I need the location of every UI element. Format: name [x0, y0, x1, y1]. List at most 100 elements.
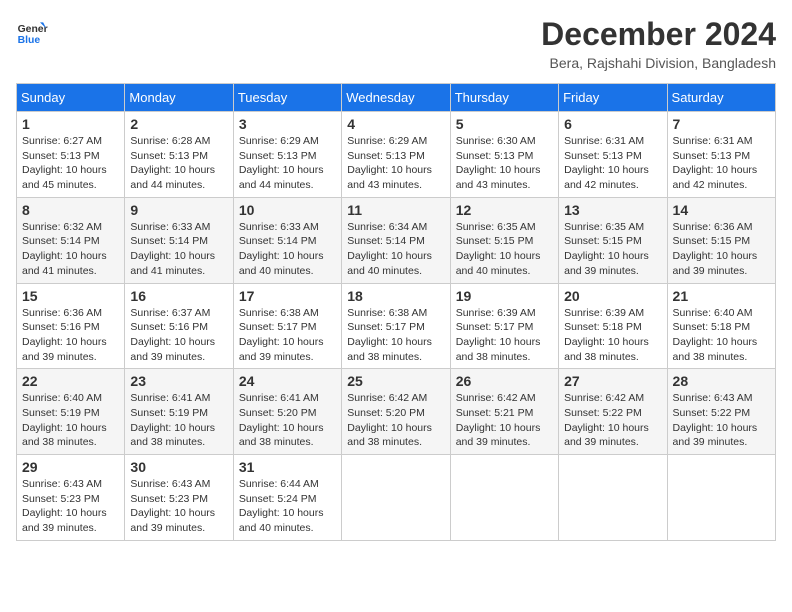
table-row: 16 Sunrise: 6:37 AM Sunset: 5:16 PM Dayl… [125, 283, 233, 369]
table-row: 12 Sunrise: 6:35 AM Sunset: 5:15 PM Dayl… [450, 197, 558, 283]
table-row: 29 Sunrise: 6:43 AM Sunset: 5:23 PM Dayl… [17, 455, 125, 541]
table-row: 11 Sunrise: 6:34 AM Sunset: 5:14 PM Dayl… [342, 197, 450, 283]
day-info: Sunrise: 6:33 AM Sunset: 5:14 PM Dayligh… [130, 220, 227, 279]
day-info: Sunrise: 6:40 AM Sunset: 5:19 PM Dayligh… [22, 391, 119, 450]
table-row [342, 455, 450, 541]
day-info: Sunrise: 6:31 AM Sunset: 5:13 PM Dayligh… [673, 134, 770, 193]
col-wednesday: Wednesday [342, 84, 450, 112]
calendar-week-2: 8 Sunrise: 6:32 AM Sunset: 5:14 PM Dayli… [17, 197, 776, 283]
day-number: 2 [130, 116, 227, 132]
calendar-week-1: 1 Sunrise: 6:27 AM Sunset: 5:13 PM Dayli… [17, 112, 776, 198]
day-number: 1 [22, 116, 119, 132]
day-number: 9 [130, 202, 227, 218]
day-number: 15 [22, 288, 119, 304]
col-sunday: Sunday [17, 84, 125, 112]
day-number: 7 [673, 116, 770, 132]
day-info: Sunrise: 6:35 AM Sunset: 5:15 PM Dayligh… [564, 220, 661, 279]
title-section: December 2024 Bera, Rajshahi Division, B… [541, 16, 776, 71]
day-info: Sunrise: 6:36 AM Sunset: 5:16 PM Dayligh… [22, 306, 119, 365]
day-number: 23 [130, 373, 227, 389]
table-row: 18 Sunrise: 6:38 AM Sunset: 5:17 PM Dayl… [342, 283, 450, 369]
day-number: 12 [456, 202, 553, 218]
day-number: 27 [564, 373, 661, 389]
table-row: 19 Sunrise: 6:39 AM Sunset: 5:17 PM Dayl… [450, 283, 558, 369]
table-row: 4 Sunrise: 6:29 AM Sunset: 5:13 PM Dayli… [342, 112, 450, 198]
day-info: Sunrise: 6:29 AM Sunset: 5:13 PM Dayligh… [239, 134, 336, 193]
day-info: Sunrise: 6:44 AM Sunset: 5:24 PM Dayligh… [239, 477, 336, 536]
table-row: 21 Sunrise: 6:40 AM Sunset: 5:18 PM Dayl… [667, 283, 775, 369]
table-row: 20 Sunrise: 6:39 AM Sunset: 5:18 PM Dayl… [559, 283, 667, 369]
day-number: 21 [673, 288, 770, 304]
day-number: 19 [456, 288, 553, 304]
table-row: 28 Sunrise: 6:43 AM Sunset: 5:22 PM Dayl… [667, 369, 775, 455]
day-info: Sunrise: 6:38 AM Sunset: 5:17 PM Dayligh… [347, 306, 444, 365]
col-monday: Monday [125, 84, 233, 112]
table-row: 31 Sunrise: 6:44 AM Sunset: 5:24 PM Dayl… [233, 455, 341, 541]
calendar-week-4: 22 Sunrise: 6:40 AM Sunset: 5:19 PM Dayl… [17, 369, 776, 455]
day-number: 10 [239, 202, 336, 218]
month-title: December 2024 [541, 16, 776, 53]
col-saturday: Saturday [667, 84, 775, 112]
day-info: Sunrise: 6:31 AM Sunset: 5:13 PM Dayligh… [564, 134, 661, 193]
table-row: 13 Sunrise: 6:35 AM Sunset: 5:15 PM Dayl… [559, 197, 667, 283]
table-row: 6 Sunrise: 6:31 AM Sunset: 5:13 PM Dayli… [559, 112, 667, 198]
page-header: General Blue General Blue December 2024 … [16, 16, 776, 71]
table-row: 30 Sunrise: 6:43 AM Sunset: 5:23 PM Dayl… [125, 455, 233, 541]
table-row: 26 Sunrise: 6:42 AM Sunset: 5:21 PM Dayl… [450, 369, 558, 455]
day-info: Sunrise: 6:29 AM Sunset: 5:13 PM Dayligh… [347, 134, 444, 193]
day-number: 3 [239, 116, 336, 132]
table-row [559, 455, 667, 541]
day-number: 13 [564, 202, 661, 218]
day-info: Sunrise: 6:36 AM Sunset: 5:15 PM Dayligh… [673, 220, 770, 279]
calendar-table: Sunday Monday Tuesday Wednesday Thursday… [16, 83, 776, 541]
table-row: 25 Sunrise: 6:42 AM Sunset: 5:20 PM Dayl… [342, 369, 450, 455]
day-number: 5 [456, 116, 553, 132]
day-info: Sunrise: 6:43 AM Sunset: 5:23 PM Dayligh… [130, 477, 227, 536]
day-info: Sunrise: 6:42 AM Sunset: 5:21 PM Dayligh… [456, 391, 553, 450]
logo-icon: General Blue [16, 16, 48, 48]
day-info: Sunrise: 6:41 AM Sunset: 5:20 PM Dayligh… [239, 391, 336, 450]
day-number: 31 [239, 459, 336, 475]
location: Bera, Rajshahi Division, Bangladesh [541, 55, 776, 71]
day-info: Sunrise: 6:35 AM Sunset: 5:15 PM Dayligh… [456, 220, 553, 279]
day-number: 8 [22, 202, 119, 218]
day-number: 17 [239, 288, 336, 304]
day-number: 28 [673, 373, 770, 389]
table-row: 22 Sunrise: 6:40 AM Sunset: 5:19 PM Dayl… [17, 369, 125, 455]
day-info: Sunrise: 6:43 AM Sunset: 5:23 PM Dayligh… [22, 477, 119, 536]
table-row: 23 Sunrise: 6:41 AM Sunset: 5:19 PM Dayl… [125, 369, 233, 455]
table-row: 14 Sunrise: 6:36 AM Sunset: 5:15 PM Dayl… [667, 197, 775, 283]
day-info: Sunrise: 6:40 AM Sunset: 5:18 PM Dayligh… [673, 306, 770, 365]
day-number: 20 [564, 288, 661, 304]
day-number: 26 [456, 373, 553, 389]
table-row [450, 455, 558, 541]
day-info: Sunrise: 6:30 AM Sunset: 5:13 PM Dayligh… [456, 134, 553, 193]
calendar-header-row: Sunday Monday Tuesday Wednesday Thursday… [17, 84, 776, 112]
day-number: 18 [347, 288, 444, 304]
calendar-week-5: 29 Sunrise: 6:43 AM Sunset: 5:23 PM Dayl… [17, 455, 776, 541]
day-info: Sunrise: 6:28 AM Sunset: 5:13 PM Dayligh… [130, 134, 227, 193]
day-number: 29 [22, 459, 119, 475]
table-row: 9 Sunrise: 6:33 AM Sunset: 5:14 PM Dayli… [125, 197, 233, 283]
day-number: 30 [130, 459, 227, 475]
day-info: Sunrise: 6:34 AM Sunset: 5:14 PM Dayligh… [347, 220, 444, 279]
day-info: Sunrise: 6:42 AM Sunset: 5:22 PM Dayligh… [564, 391, 661, 450]
day-number: 22 [22, 373, 119, 389]
col-tuesday: Tuesday [233, 84, 341, 112]
day-number: 25 [347, 373, 444, 389]
table-row: 27 Sunrise: 6:42 AM Sunset: 5:22 PM Dayl… [559, 369, 667, 455]
day-info: Sunrise: 6:33 AM Sunset: 5:14 PM Dayligh… [239, 220, 336, 279]
col-thursday: Thursday [450, 84, 558, 112]
table-row: 17 Sunrise: 6:38 AM Sunset: 5:17 PM Dayl… [233, 283, 341, 369]
day-info: Sunrise: 6:39 AM Sunset: 5:17 PM Dayligh… [456, 306, 553, 365]
day-number: 4 [347, 116, 444, 132]
logo: General Blue General Blue [16, 16, 48, 48]
day-number: 24 [239, 373, 336, 389]
table-row: 24 Sunrise: 6:41 AM Sunset: 5:20 PM Dayl… [233, 369, 341, 455]
table-row: 8 Sunrise: 6:32 AM Sunset: 5:14 PM Dayli… [17, 197, 125, 283]
day-info: Sunrise: 6:37 AM Sunset: 5:16 PM Dayligh… [130, 306, 227, 365]
table-row: 15 Sunrise: 6:36 AM Sunset: 5:16 PM Dayl… [17, 283, 125, 369]
table-row: 2 Sunrise: 6:28 AM Sunset: 5:13 PM Dayli… [125, 112, 233, 198]
day-number: 6 [564, 116, 661, 132]
day-info: Sunrise: 6:42 AM Sunset: 5:20 PM Dayligh… [347, 391, 444, 450]
